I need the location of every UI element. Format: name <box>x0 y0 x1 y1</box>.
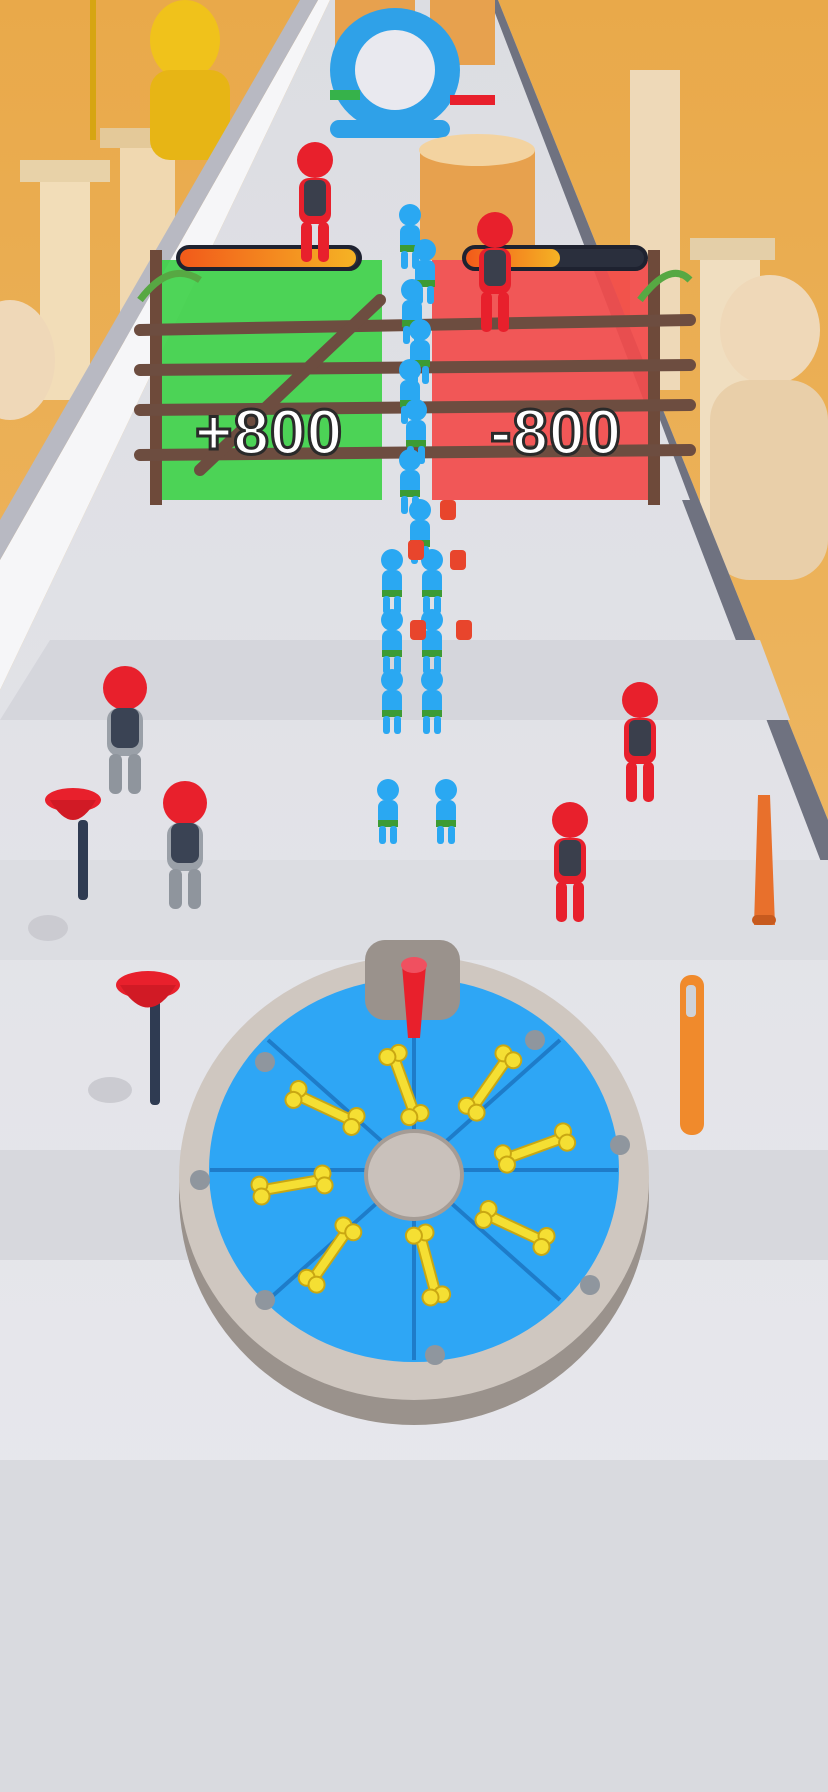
bone-wheel[interactable] <box>179 940 649 1425</box>
plunger-icon <box>88 971 180 1105</box>
baseball-bat-icon <box>752 795 776 925</box>
characters-layer <box>28 142 776 1425</box>
player-army <box>377 204 472 844</box>
plunger-icon <box>28 788 101 941</box>
torch-icon <box>680 975 704 1135</box>
game-scene[interactable]: +800 -800 <box>0 0 828 1792</box>
